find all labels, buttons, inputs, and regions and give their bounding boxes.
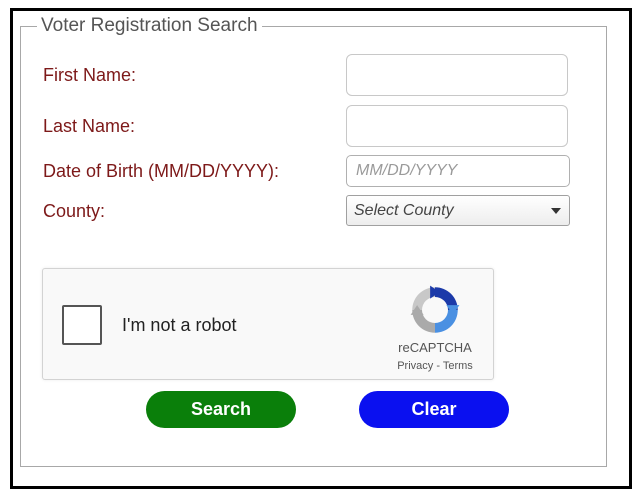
county-select-value: Select County xyxy=(354,201,454,219)
first-name-label: First Name: xyxy=(43,65,137,85)
recaptcha-brand: reCAPTCHA xyxy=(398,340,472,355)
fieldset-legend: Voter Registration Search xyxy=(37,15,262,37)
dob-label: Date of Birth (MM/DD/YYYY): xyxy=(43,161,280,181)
recaptcha-logo-icon xyxy=(410,285,460,333)
chevron-down-icon xyxy=(551,208,561,214)
recaptcha-label: I'm not a robot xyxy=(122,315,237,335)
county-label: County: xyxy=(43,201,106,221)
county-select[interactable]: Select County xyxy=(346,195,570,226)
first-name-input[interactable] xyxy=(346,54,568,96)
dob-input[interactable] xyxy=(346,155,570,187)
recaptcha-checkbox[interactable] xyxy=(62,305,102,345)
recaptcha-widget: I'm not a robot reCAPTCHA Privacy - Term… xyxy=(42,268,494,380)
terms-link[interactable]: Terms xyxy=(443,360,473,372)
last-name-input[interactable] xyxy=(346,105,568,147)
link-separator: - xyxy=(433,360,443,372)
search-button[interactable]: Search xyxy=(146,391,296,428)
clear-button[interactable]: Clear xyxy=(359,391,509,428)
recaptcha-links: Privacy - Terms xyxy=(383,359,487,373)
privacy-link[interactable]: Privacy xyxy=(397,360,433,372)
last-name-label: Last Name: xyxy=(43,116,136,136)
